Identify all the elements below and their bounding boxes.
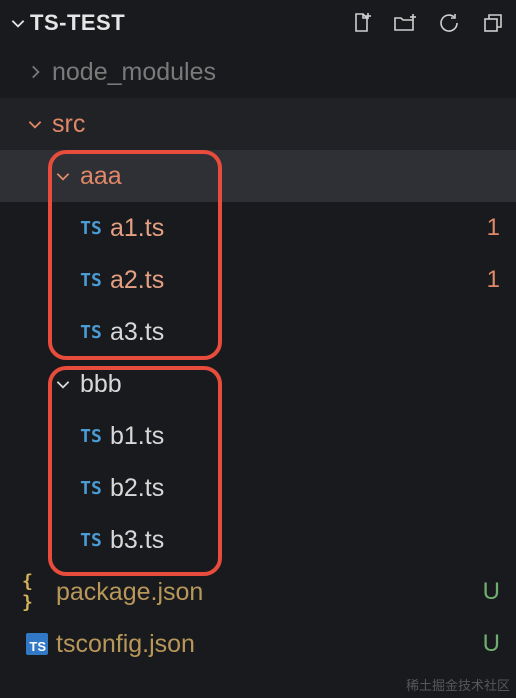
typescript-icon: TS bbox=[76, 478, 106, 499]
folder-node-modules[interactable]: node_modules bbox=[0, 46, 516, 98]
file-label: package.json bbox=[52, 578, 483, 607]
tsconfig-icon: TS bbox=[22, 633, 52, 655]
header-actions bbox=[348, 10, 506, 36]
file-b1[interactable]: TS b1.ts bbox=[0, 410, 516, 462]
folder-bbb[interactable]: bbb bbox=[0, 358, 516, 410]
file-label: b3.ts bbox=[106, 526, 502, 555]
file-b3[interactable]: TS b3.ts bbox=[0, 514, 516, 566]
file-label: a2.ts bbox=[106, 266, 487, 295]
typescript-icon: TS bbox=[76, 426, 106, 447]
folder-src[interactable]: src bbox=[0, 98, 516, 150]
json-icon: { } bbox=[22, 571, 52, 613]
file-b2[interactable]: TS b2.ts bbox=[0, 462, 516, 514]
explorer-header: TS-TEST bbox=[0, 0, 516, 46]
typescript-icon: TS bbox=[76, 530, 106, 551]
folder-label: aaa bbox=[76, 162, 500, 191]
file-label: b1.ts bbox=[106, 422, 502, 451]
git-status-untracked: U bbox=[483, 630, 502, 658]
folder-label: src bbox=[48, 110, 500, 139]
new-folder-icon[interactable] bbox=[392, 10, 418, 36]
git-status-untracked: U bbox=[483, 578, 502, 606]
file-a3[interactable]: TS a3.ts bbox=[0, 306, 516, 358]
folder-aaa[interactable]: aaa bbox=[0, 150, 516, 202]
file-a1[interactable]: TS a1.ts 1 bbox=[0, 202, 516, 254]
problem-count: 1 bbox=[487, 266, 502, 294]
file-package-json[interactable]: { } package.json U bbox=[0, 566, 516, 618]
problem-count: 1 bbox=[487, 214, 502, 242]
project-title: TS-TEST bbox=[28, 10, 348, 36]
chevron-down-icon bbox=[22, 115, 48, 133]
typescript-icon: TS bbox=[76, 270, 106, 291]
typescript-icon: TS bbox=[76, 218, 106, 239]
file-a2[interactable]: TS a2.ts 1 bbox=[0, 254, 516, 306]
folder-label: node_modules bbox=[48, 58, 502, 87]
file-label: tsconfig.json bbox=[52, 630, 483, 659]
chevron-down-icon bbox=[50, 167, 76, 185]
chevron-right-icon bbox=[22, 63, 48, 81]
folder-label: bbb bbox=[76, 370, 502, 399]
typescript-icon: TS bbox=[76, 322, 106, 343]
file-label: a1.ts bbox=[106, 214, 487, 243]
collapse-all-icon[interactable] bbox=[480, 10, 506, 36]
collapse-section-icon[interactable] bbox=[8, 14, 28, 32]
file-label: a3.ts bbox=[106, 318, 502, 347]
file-label: b2.ts bbox=[106, 474, 502, 503]
file-tsconfig-json[interactable]: TS tsconfig.json U bbox=[0, 618, 516, 670]
watermark: 稀土掘金技术社区 bbox=[406, 675, 510, 694]
refresh-icon[interactable] bbox=[436, 10, 462, 36]
chevron-down-icon bbox=[50, 375, 76, 393]
new-file-icon[interactable] bbox=[348, 10, 374, 36]
